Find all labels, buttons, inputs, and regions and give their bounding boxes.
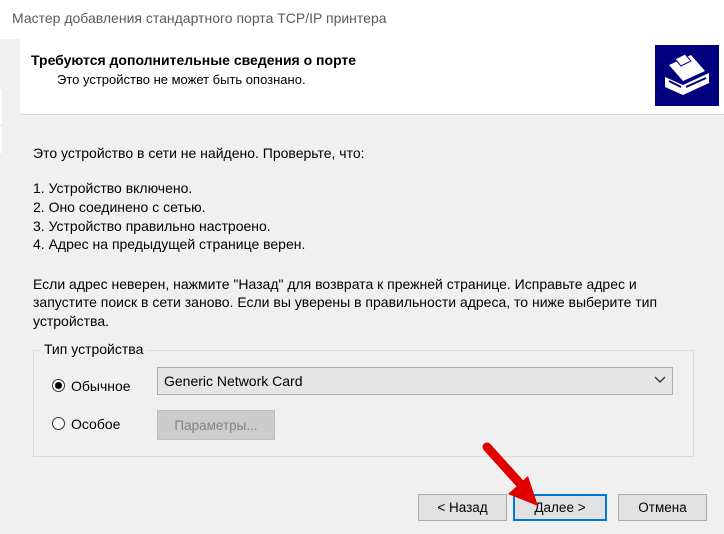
background-window-edge — [0, 39, 20, 534]
printer-icon — [655, 45, 719, 106]
check-item: 2. Оно соединено с сетью. — [33, 199, 206, 215]
header-title: Требуются дополнительные сведения о порт… — [31, 52, 357, 68]
custom-radio[interactable] — [52, 417, 65, 430]
check-item: 1. Устройство включено. — [33, 180, 193, 196]
advice-text-line: запустите поиск в сети заново. Если вы у… — [33, 294, 658, 310]
standard-radio-label[interactable]: Обычное — [71, 378, 131, 394]
advice-text-line: устройства. — [33, 313, 110, 329]
check-item: 3. Устройство правильно настроено. — [33, 218, 271, 234]
advice-text-line: Если адрес неверен, нажмите "Назад" для … — [33, 276, 637, 292]
red-arrow-icon — [482, 442, 538, 506]
cancel-button[interactable]: Отмена — [618, 494, 707, 521]
standard-radio[interactable] — [52, 379, 65, 392]
settings-button-label: Параметры... — [174, 417, 258, 433]
device-type-legend: Тип устройства — [40, 341, 148, 357]
header-subtitle: Это устройство не может быть опознано. — [57, 72, 306, 87]
custom-radio-label[interactable]: Особое — [71, 416, 120, 432]
cancel-button-label: Отмена — [638, 500, 687, 515]
chevron-down-icon — [654, 376, 666, 383]
standard-device-select[interactable]: Generic Network Card — [157, 367, 673, 395]
title-bar: Мастер добавления стандартного порта TCP… — [0, 0, 724, 39]
intro-text: Это устройство в сети не найдено. Провер… — [33, 145, 365, 161]
settings-button[interactable]: Параметры... — [157, 410, 275, 440]
check-item: 4. Адрес на предыдущей странице верен. — [33, 236, 306, 252]
standard-device-value: Generic Network Card — [164, 373, 303, 389]
window-title: Мастер добавления стандартного порта TCP… — [12, 10, 387, 26]
wizard-header: Требуются дополнительные сведения о порт… — [20, 39, 724, 115]
